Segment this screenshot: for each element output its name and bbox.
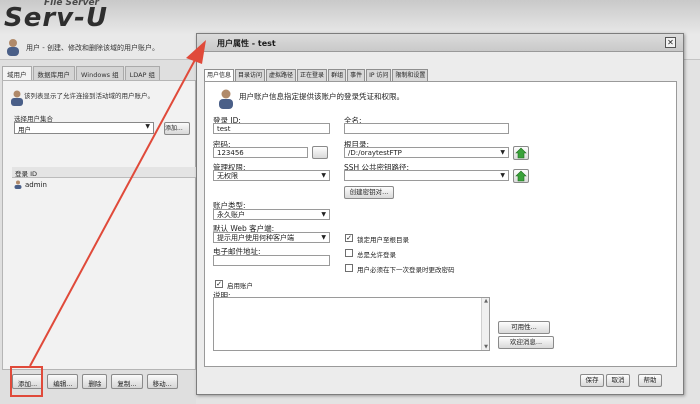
scroll-up-icon[interactable]: ▲ <box>484 298 488 304</box>
login-id-input[interactable]: test <box>213 123 330 134</box>
user-icon <box>11 90 23 106</box>
lock-home-checkbox[interactable]: ✓ <box>345 234 353 242</box>
app-header: File Server Serv-U <box>0 0 700 34</box>
user-login-id: admin <box>25 180 47 189</box>
help-button[interactable]: 帮助 <box>638 374 662 387</box>
page-description: 用户 - 创建、修改和删除该域的用户账户。 <box>26 44 159 52</box>
chevron-down-icon: ▼ <box>500 172 505 179</box>
tab-limits-settings[interactable]: 限制和设置 <box>392 69 429 81</box>
email-input[interactable] <box>213 255 330 266</box>
cancel-button[interactable]: 取消 <box>606 374 630 387</box>
account-type-select[interactable]: 永久账户 ▼ <box>213 209 330 220</box>
always-allow-login-checkbox[interactable] <box>345 249 353 257</box>
list-header-login-id[interactable]: 登录 ID <box>12 167 196 178</box>
chevron-down-icon: ▼ <box>145 123 150 130</box>
tab-groups[interactable]: 群组 <box>328 69 347 81</box>
password-input[interactable]: 123456 <box>213 147 308 158</box>
user-icon <box>219 89 233 109</box>
tab-virtual-paths[interactable]: 虚拟路径 <box>266 69 297 81</box>
web-client-value: 提示用户使用何种客户端 <box>217 234 294 242</box>
root-dir-value: /D:/oraytestFTP <box>348 149 402 157</box>
tab-database-users[interactable]: 数据库用户 <box>32 66 75 80</box>
full-name-input[interactable] <box>344 123 509 134</box>
collection-select[interactable]: 用户 ▼ <box>14 122 154 134</box>
edit-user-button[interactable]: 编辑... <box>47 374 79 389</box>
ssh-key-select[interactable]: ▼ <box>344 170 509 181</box>
browse-root-dir-button[interactable] <box>513 146 529 160</box>
tab-logging-in[interactable]: 正在登录 <box>297 69 328 81</box>
scroll-down-icon[interactable]: ▼ <box>484 344 488 350</box>
dialog-titlebar[interactable]: 用户属性 - test ✕ <box>197 34 683 52</box>
user-icon <box>14 180 22 189</box>
account-type-value: 永久账户 <box>217 211 245 219</box>
close-icon[interactable]: ✕ <box>665 37 676 48</box>
list-item[interactable]: admin <box>14 180 47 189</box>
move-user-button[interactable]: 移动... <box>146 374 178 389</box>
bg-tab-bar: 域用户 数据库用户 Windows 组 LDAP 组 <box>2 66 161 80</box>
dialog-intro: 用户账户信息指定提供该账户的登录凭证和权限。 <box>239 92 404 101</box>
annotation-highlight-box <box>10 366 43 397</box>
admin-privilege-select[interactable]: 无权限 ▼ <box>213 170 330 181</box>
panel-info-text: 该列表显示了允许连接到活动域的用户账户。 <box>24 92 154 100</box>
tab-events[interactable]: 事件 <box>347 69 366 81</box>
tab-windows-groups[interactable]: Windows 组 <box>76 66 124 80</box>
always-allow-login-label: 总是允许登录 <box>357 251 396 259</box>
description-textarea[interactable]: ▲ ▼ <box>213 297 490 351</box>
enable-account-checkbox[interactable]: ✓ <box>215 280 223 288</box>
tab-domain-users[interactable]: 域用户 <box>2 66 32 80</box>
lock-home-label: 锁定用户至根目录 <box>357 236 409 244</box>
browse-arrow-icon <box>515 170 527 182</box>
availability-button[interactable]: 可用性... <box>498 321 550 334</box>
add-collection-button[interactable]: 添加... <box>164 122 190 135</box>
web-client-select[interactable]: 提示用户使用何种客户端 ▼ <box>213 232 330 243</box>
chevron-down-icon: ▼ <box>321 234 326 241</box>
create-key-pair-button[interactable]: 创建密钥对... <box>344 186 394 199</box>
dialog-title: 用户属性 - test <box>217 39 276 48</box>
browse-ssh-key-button[interactable] <box>513 169 529 183</box>
password-generate-button[interactable] <box>312 146 328 159</box>
change-password-checkbox[interactable] <box>345 264 353 272</box>
save-button[interactable]: 保存 <box>580 374 604 387</box>
chevron-down-icon: ▼ <box>321 211 326 218</box>
dialog-tab-bar: 用户信息 目录访问 虚拟路径 正在登录 群组 事件 IP 访问 限制和设置 <box>204 69 429 82</box>
copy-user-button[interactable]: 复制... <box>111 374 143 389</box>
chevron-down-icon: ▼ <box>500 149 505 156</box>
brand-logo: Serv-U <box>4 3 109 33</box>
root-dir-select[interactable]: /D:/oraytestFTP ▼ <box>344 147 509 158</box>
change-password-label: 用户必须在下一次登录时更改密码 <box>357 266 455 274</box>
admin-privilege-value: 无权限 <box>217 172 238 180</box>
enable-account-label: 启用账户 <box>227 282 253 290</box>
delete-user-button[interactable]: 删除 <box>82 374 108 389</box>
welcome-message-button[interactable]: 欢迎消息... <box>498 336 554 349</box>
user-icon <box>7 39 19 56</box>
tab-directory-access[interactable]: 目录访问 <box>235 69 266 81</box>
chevron-down-icon: ▼ <box>321 172 326 179</box>
browse-arrow-icon <box>515 147 527 159</box>
scrollbar[interactable]: ▲ ▼ <box>481 298 489 350</box>
tab-ldap-groups[interactable]: LDAP 组 <box>124 66 161 80</box>
collection-value: 用户 <box>18 126 31 134</box>
tab-ip-access[interactable]: IP 访问 <box>366 69 392 81</box>
